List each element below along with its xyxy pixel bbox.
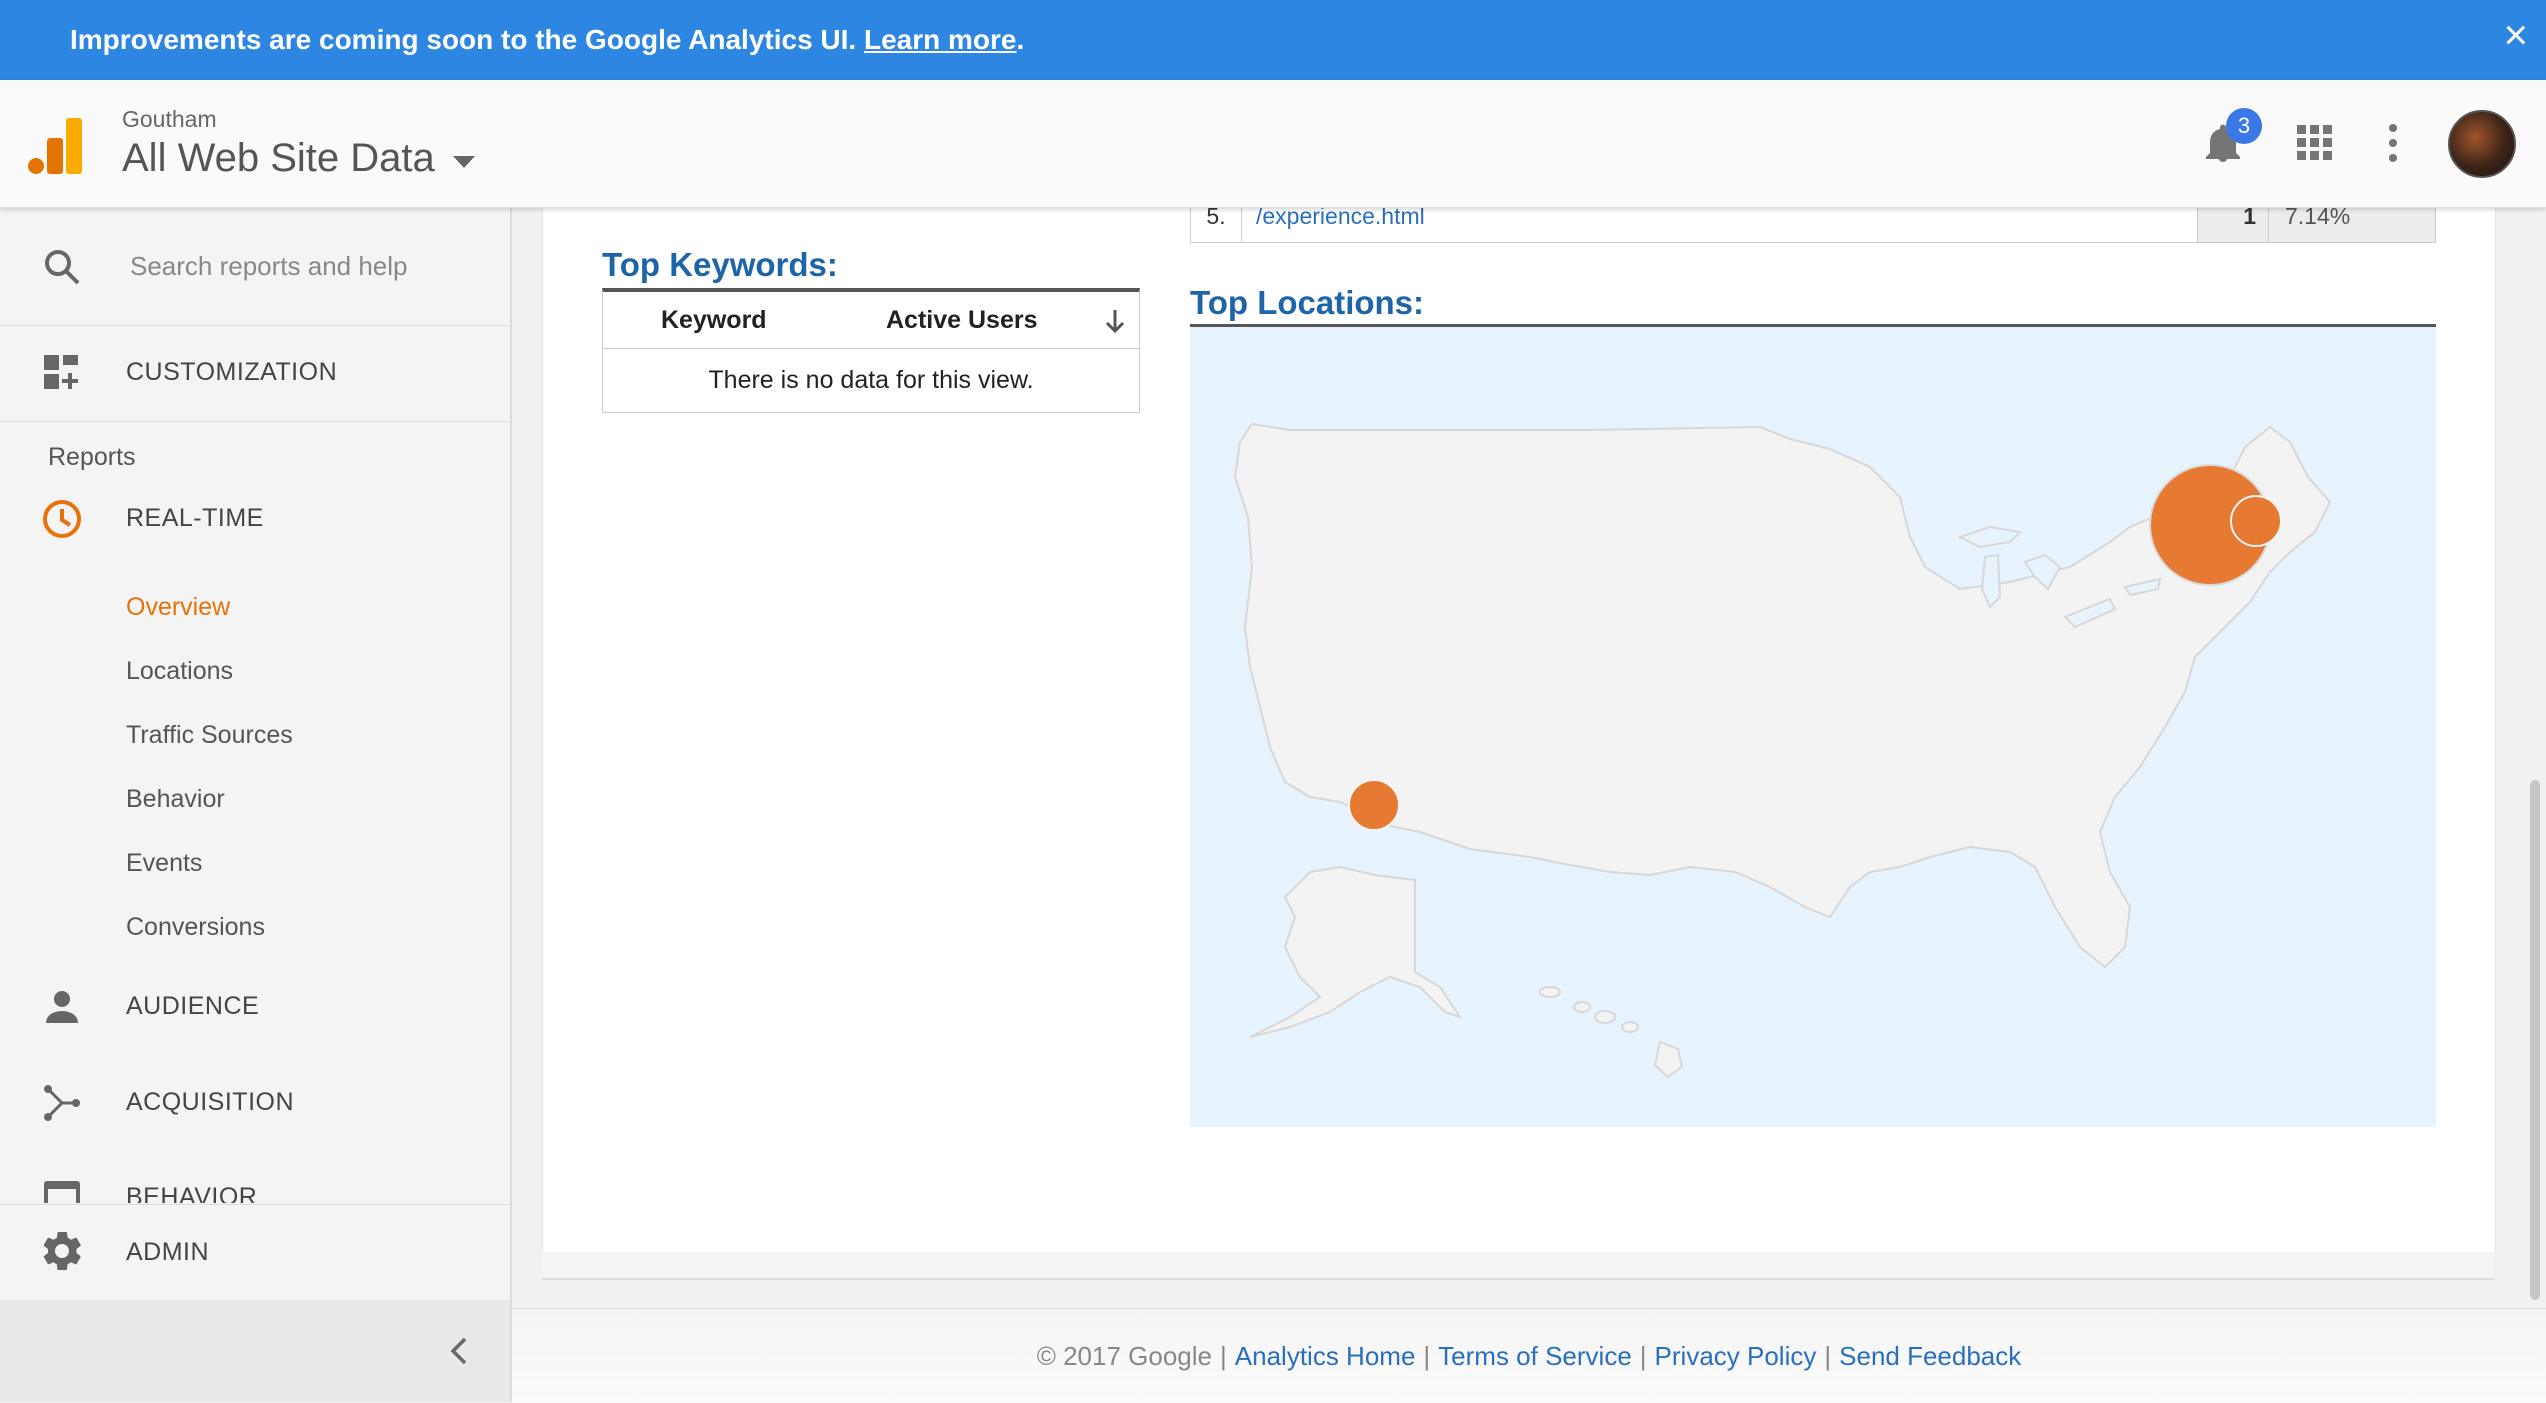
sidebar-item-behavior[interactable]: BEHAVIOR xyxy=(0,1163,510,1203)
empty-table-message: There is no data for this view. xyxy=(708,366,1034,394)
top-locations-map[interactable] xyxy=(1190,327,2436,1127)
analytics-home-link[interactable]: Analytics Home xyxy=(1235,1341,1416,1372)
sidebar-item-label: REAL-TIME xyxy=(126,504,264,532)
terms-of-service-link[interactable]: Terms of Service xyxy=(1438,1341,1632,1372)
app-header: Goutham All Web Site Data 3 xyxy=(0,80,2546,208)
sidebar-item-label: AUDIENCE xyxy=(126,992,260,1020)
close-icon[interactable]: × xyxy=(2503,14,2528,56)
account-name: Goutham xyxy=(122,106,217,132)
map-hawaii xyxy=(1539,986,1684,1079)
separator: | xyxy=(1639,1340,1647,1371)
sidebar-item-label: ACQUISITION xyxy=(126,1088,295,1116)
sidebar-item-label: CUSTOMIZATION xyxy=(126,358,338,386)
search-placeholder: Search reports and help xyxy=(130,251,408,281)
sidebar-item-label: ADMIN xyxy=(126,1238,210,1266)
sidebar-collapse-bar xyxy=(0,1300,510,1402)
search-icon xyxy=(45,250,80,285)
sidebar-subitem-locations[interactable]: Locations xyxy=(126,657,233,686)
clock-icon xyxy=(43,500,81,538)
sidebar-subitem-traffic-sources[interactable]: Traffic Sources xyxy=(126,721,293,750)
sidebar-item-audience[interactable]: AUDIENCE xyxy=(0,973,510,1043)
copyright-text: © 2017 Google xyxy=(1036,1340,1213,1371)
view-selector[interactable]: All Web Site Data xyxy=(122,136,475,181)
sidebar-item-realtime[interactable]: REAL-TIME xyxy=(0,489,510,549)
banner-message: Improvements are coming soon to the Goog… xyxy=(70,24,1025,55)
sidebar-subitem-overview[interactable]: Overview xyxy=(126,593,230,622)
page-scrollbar[interactable] xyxy=(2530,780,2540,1300)
acquisition-icon xyxy=(44,1085,80,1121)
column-keyword[interactable]: Keyword xyxy=(661,306,767,335)
apps-grid-icon[interactable] xyxy=(2290,118,2340,168)
announcement-banner: Improvements are coming soon to the Goog… xyxy=(0,0,2546,80)
sidebar-item-acquisition[interactable]: ACQUISITION xyxy=(0,1069,510,1139)
table-header: Keyword Active Users xyxy=(603,292,1139,349)
page-footer: © 2017 Google | Analytics Home | Terms o… xyxy=(512,1308,2546,1403)
sidebar-subitem-events[interactable]: Events xyxy=(126,849,202,878)
behavior-icon xyxy=(44,1181,80,1203)
search-reports[interactable]: Search reports and help xyxy=(0,207,510,326)
card-bottom-strip xyxy=(542,1252,2494,1280)
top-keywords-title: Top Keywords: xyxy=(602,246,838,283)
sidebar-item-customization[interactable]: CUSTOMIZATION xyxy=(0,325,510,422)
dashboard-add-icon xyxy=(44,355,78,389)
chevron-left-icon[interactable] xyxy=(446,1336,472,1366)
separator: | xyxy=(1220,1340,1227,1371)
caret-down-icon xyxy=(452,155,475,168)
gear-icon xyxy=(43,1232,81,1270)
top-locations-title: Top Locations: xyxy=(1190,284,1425,321)
location-bubble-california[interactable] xyxy=(1348,779,1400,831)
reports-section-label: Reports xyxy=(48,443,136,471)
sidebar: Search reports and help CUSTOMIZATION Re… xyxy=(0,207,512,1402)
sidebar-subitem-conversions[interactable]: Conversions xyxy=(126,913,265,942)
send-feedback-link[interactable]: Send Feedback xyxy=(1839,1341,2021,1372)
column-active-users[interactable]: Active Users xyxy=(886,306,1037,335)
location-bubble-northeast-small[interactable] xyxy=(2230,495,2282,547)
notification-count-badge: 3 xyxy=(2226,108,2262,144)
learn-more-link[interactable]: Learn more xyxy=(864,24,1017,55)
user-avatar[interactable] xyxy=(2448,110,2516,178)
sort-descending-icon[interactable] xyxy=(1103,306,1127,336)
map-alaska xyxy=(1249,865,1463,1038)
analytics-logo[interactable] xyxy=(28,118,84,174)
privacy-policy-link[interactable]: Privacy Policy xyxy=(1655,1341,1817,1372)
more-options-icon[interactable] xyxy=(2368,118,2418,168)
sidebar-item-admin[interactable]: ADMIN xyxy=(0,1204,510,1301)
us-map xyxy=(1233,422,2332,1079)
top-keywords-table: Keyword Active Users There is no data fo… xyxy=(602,288,1140,413)
sidebar-item-label: BEHAVIOR xyxy=(126,1183,258,1203)
sidebar-subitem-behavior[interactable]: Behavior xyxy=(126,785,225,814)
view-name: All Web Site Data xyxy=(122,136,435,180)
separator: | xyxy=(1423,1340,1431,1371)
person-icon xyxy=(46,991,78,1023)
separator: | xyxy=(1824,1340,1832,1371)
